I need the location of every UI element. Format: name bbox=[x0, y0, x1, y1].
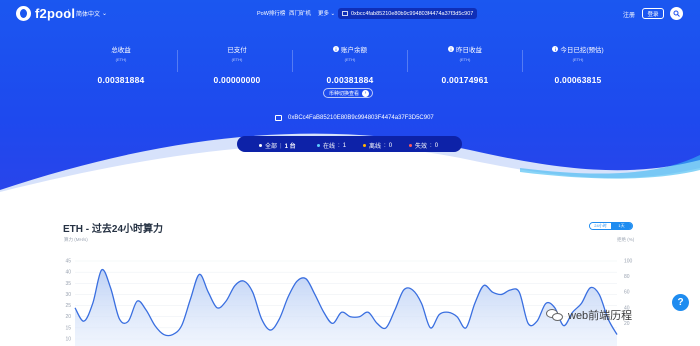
hashrate-area bbox=[75, 269, 617, 346]
wallet-icon bbox=[342, 11, 348, 16]
worker-online-count: 1 bbox=[342, 142, 347, 149]
address-pill-text: 0xbcc4fab85210e80b9c994803f4474a37f3d5c9… bbox=[351, 10, 474, 17]
worker-dead-count: 0 bbox=[434, 142, 439, 149]
status-dot-icon bbox=[259, 144, 262, 147]
nav-divider bbox=[68, 9, 69, 17]
worker-filter-dead[interactable]: 失效: 0 bbox=[409, 141, 438, 150]
stat-label: 昨日收益 bbox=[456, 47, 482, 54]
worker-online-separator: : bbox=[338, 142, 340, 149]
left-tick-label: 20 bbox=[65, 314, 71, 320]
stat-unit: (ETH) bbox=[231, 57, 243, 62]
left-tick-label: 25 bbox=[65, 303, 71, 309]
coin-switch-button[interactable]: 币种切换查看 › bbox=[323, 88, 374, 98]
stat-unit: (ETH) bbox=[459, 57, 471, 62]
login-link[interactable]: 注册 bbox=[623, 10, 635, 19]
arrow-right-icon: › bbox=[362, 89, 370, 97]
worker-filter-online[interactable]: 在线: 1 bbox=[317, 141, 346, 150]
right-tick-label: 100 bbox=[624, 259, 633, 265]
hashrate-chart: 454035302520151010080604020 bbox=[65, 259, 633, 346]
search-icon bbox=[673, 10, 680, 17]
stat-paid: 已支付 (ETH) 0.00000000 bbox=[177, 44, 297, 85]
nav-link-more-label: 更多 bbox=[318, 11, 330, 17]
worker-offline-label: 离线 bbox=[369, 144, 382, 150]
status-dot-icon bbox=[363, 144, 366, 147]
stat-value: 0.00381884 bbox=[97, 75, 145, 85]
coin-switch-label: 币种切换查看 bbox=[329, 90, 360, 97]
worker-all-label: 全部 bbox=[265, 144, 278, 150]
worker-separator: | bbox=[280, 142, 282, 149]
logo[interactable]: f2pool bbox=[16, 6, 75, 21]
left-tick-label: 10 bbox=[65, 337, 71, 343]
search-button[interactable] bbox=[670, 7, 683, 20]
stat-value: 0.00381884 bbox=[326, 75, 374, 85]
info-icon[interactable]: i bbox=[333, 46, 339, 52]
language-selector[interactable]: 简体中文 ⌄ bbox=[76, 9, 107, 18]
language-label: 简体中文 bbox=[76, 12, 101, 18]
stat-unit: (ETH) bbox=[344, 57, 356, 62]
stat-unit: (ETH) bbox=[115, 57, 127, 62]
nav-link-miners[interactable]: 西门矿机 bbox=[289, 9, 311, 17]
left-tick-label: 35 bbox=[65, 281, 71, 287]
worker-filter-offline[interactable]: 离线: 0 bbox=[363, 141, 392, 150]
worker-offline-separator: : bbox=[384, 142, 386, 149]
status-dot-icon bbox=[409, 144, 412, 147]
hero-wave bbox=[0, 133, 700, 200]
stat-total-earnings: 总收益 (ETH) 0.00381884 bbox=[61, 44, 181, 85]
help-button[interactable]: ? bbox=[672, 294, 689, 311]
worker-all-count: 1 台 bbox=[284, 144, 296, 150]
nav-link-pow-ranking[interactable]: PoW排行榜 bbox=[257, 9, 285, 17]
logo-text: f2pool bbox=[35, 6, 76, 21]
hashrate-chart-section: ETH - 过去24小时算力 24小时 1天 算力 (MH/s) 拒绝 (%) … bbox=[0, 200, 700, 346]
worker-online-label: 在线 bbox=[323, 144, 336, 150]
status-dot-icon bbox=[317, 144, 320, 147]
chevron-down-icon: ⌄ bbox=[102, 11, 108, 17]
stat-balance: i 账户余额 (ETH) 0.00381884 bbox=[290, 44, 410, 85]
logo-icon bbox=[16, 6, 31, 21]
stat-value: 0.00174961 bbox=[441, 75, 489, 85]
stat-value: 0.00000000 bbox=[213, 75, 261, 85]
wallet-address: 0xBCc4FaB85210E80B9c994803F4474a37F3D5C9… bbox=[275, 115, 434, 121]
stat-unit: (ETH) bbox=[572, 57, 584, 62]
stat-yesterday: i 昨日收益 (ETH) 0.00174961 bbox=[405, 44, 525, 85]
worker-dead-label: 失效 bbox=[415, 144, 428, 150]
stat-label: 今日已挖(预估) bbox=[560, 47, 604, 54]
worker-offline-count: 0 bbox=[388, 142, 393, 149]
watermark-text: web前端历程 bbox=[568, 310, 633, 322]
worker-status-bar: 全部 | 1 台 在线: 1 离线: 0 失效: 0 bbox=[237, 136, 462, 152]
left-tick-label: 45 bbox=[65, 259, 71, 265]
right-tick-label: 60 bbox=[624, 290, 630, 296]
left-tick-label: 40 bbox=[65, 270, 71, 276]
wechat-icon bbox=[546, 308, 564, 322]
worker-filter-all[interactable]: 全部 | 1 台 bbox=[259, 141, 296, 150]
worker-dead-separator: : bbox=[430, 142, 432, 149]
stat-label: 已支付 bbox=[227, 47, 247, 54]
register-button[interactable]: 登录 bbox=[642, 8, 664, 19]
info-icon[interactable]: i bbox=[552, 46, 559, 52]
stat-label: 总收益 bbox=[111, 47, 131, 54]
info-icon[interactable]: i bbox=[448, 46, 454, 52]
left-tick-label: 15 bbox=[65, 325, 71, 331]
wallet-address-text: 0xBCc4FaB85210E80B9c994803F4474a37F3D5C9… bbox=[288, 115, 434, 121]
left-tick-label: 30 bbox=[65, 292, 71, 298]
right-tick-label: 80 bbox=[624, 274, 630, 280]
stat-value: 0.00063815 bbox=[554, 75, 602, 85]
wallet-icon bbox=[275, 115, 282, 121]
watermark: web前端历程 bbox=[546, 307, 632, 323]
address-search-pill[interactable]: 0xbcc4fab85210e80b9c994803f4474a37f3d5c9… bbox=[338, 8, 478, 19]
hero-banner bbox=[0, 0, 700, 200]
nav-link-more[interactable]: 更多 ⌄ bbox=[318, 9, 335, 17]
stat-label: 账户余额 bbox=[341, 47, 367, 54]
stat-today-estimate: i 今日已挖(预估) (ETH) 0.00063815 bbox=[518, 44, 638, 85]
chevron-down-icon: ⌄ bbox=[330, 11, 336, 17]
